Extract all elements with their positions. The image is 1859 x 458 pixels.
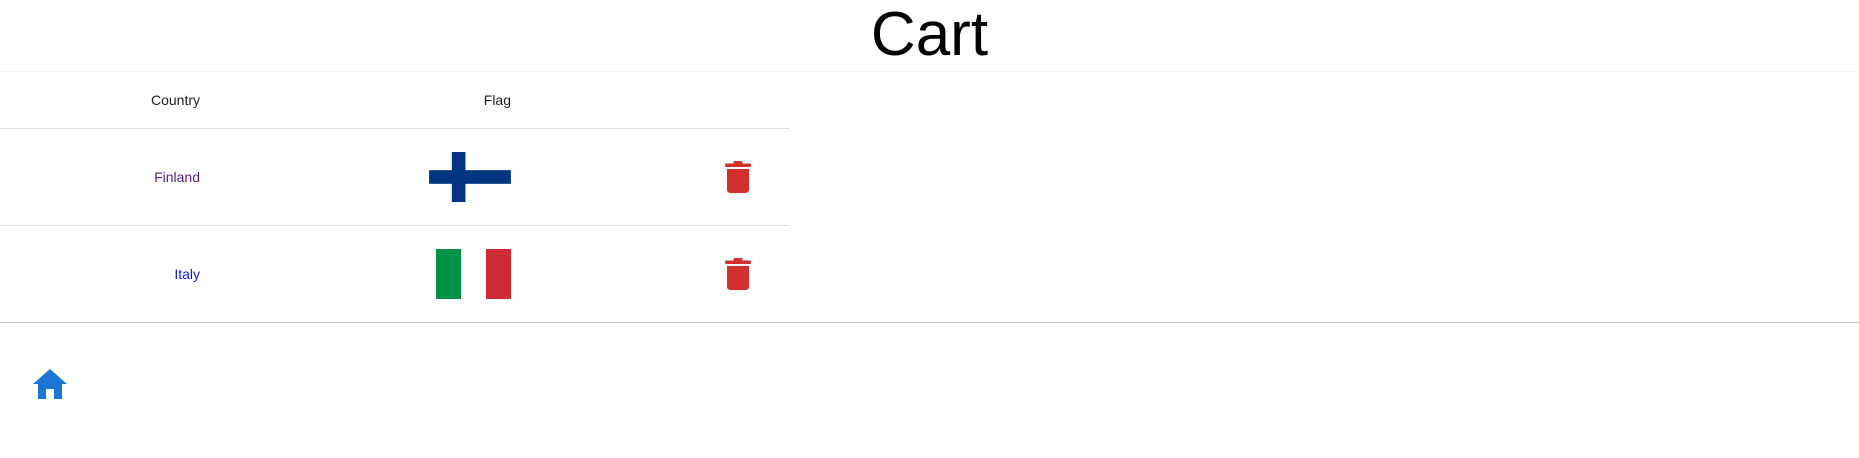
home-icon (33, 369, 67, 399)
flag-cell (429, 129, 511, 225)
column-header-country: Country (150, 92, 200, 108)
cart-page: Cart Country Flag Finland Italy (0, 0, 1859, 458)
trash-icon (725, 258, 751, 290)
page-title: Cart (870, 0, 989, 69)
table-row: Finland (0, 129, 790, 226)
country-link-finland[interactable]: Finland (154, 129, 200, 225)
trash-icon (725, 161, 751, 193)
home-button[interactable] (28, 362, 72, 406)
footer-divider (0, 322, 1859, 323)
flag-finland-icon (429, 152, 511, 202)
column-header-flag: Flag (483, 92, 511, 108)
table-header-row: Country Flag (0, 72, 790, 129)
flag-italy-icon (436, 249, 511, 299)
table-row: Italy (0, 226, 790, 323)
delete-finland-button[interactable] (719, 158, 757, 196)
delete-italy-button[interactable] (719, 255, 757, 293)
flag-cell (429, 226, 511, 322)
cart-table: Country Flag Finland Italy (0, 72, 790, 323)
country-link-italy[interactable]: Italy (174, 226, 200, 322)
